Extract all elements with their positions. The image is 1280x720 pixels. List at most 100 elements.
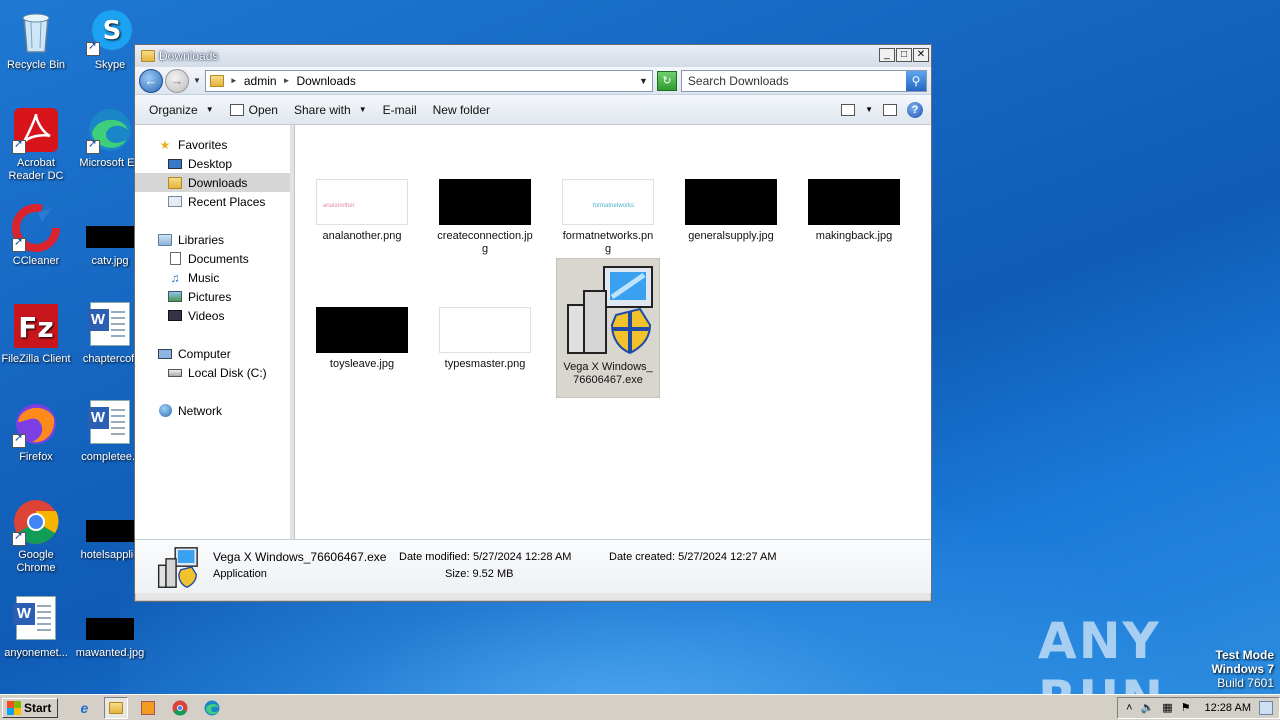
file-item[interactable]: formatnetworks formatnetworks.png: [556, 179, 660, 256]
nav-item-desktop[interactable]: Desktop: [135, 154, 294, 173]
desktop-icon-mawanted[interactable]: mawanted.jpg: [72, 596, 148, 660]
details-size: Size: 9.52 MB: [445, 568, 514, 580]
show-desktop-button[interactable]: [1259, 700, 1273, 715]
file-item[interactable]: typesmaster.png: [433, 307, 537, 371]
chevron-down-icon[interactable]: ▼: [865, 105, 873, 114]
edge-icon: [86, 106, 134, 154]
refresh-button[interactable]: ↻: [656, 70, 677, 91]
computer-icon: [157, 347, 173, 361]
email-button[interactable]: E-mail: [377, 100, 423, 120]
details-pane: Vega X Windows_76606467.exe Application …: [135, 539, 931, 593]
chevron-right-icon[interactable]: ►: [283, 76, 291, 85]
nav-item-favorites[interactable]: ★ Favorites: [135, 135, 294, 154]
chrome-icon: [12, 498, 60, 546]
nav-item-pictures[interactable]: Pictures: [135, 287, 294, 306]
navigation-pane-splitter[interactable]: [290, 125, 294, 539]
breadcrumb-downloads[interactable]: Downloads: [296, 74, 355, 88]
internet-explorer-icon[interactable]: e: [72, 697, 96, 719]
nav-item-label: Favorites: [178, 137, 228, 152]
title-bar[interactable]: Downloads _ □ ✕: [135, 45, 931, 67]
chevron-right-icon[interactable]: ►: [230, 76, 238, 85]
window-controls: _ □ ✕: [879, 48, 929, 62]
edge-icon[interactable]: [200, 697, 224, 719]
nav-item-recent-places[interactable]: Recent Places: [135, 192, 294, 211]
start-button[interactable]: Start: [2, 697, 59, 718]
folder-icon: [141, 50, 155, 62]
desktop-icon-label: Google Chrome: [16, 549, 56, 574]
nav-item-label: Libraries: [178, 232, 225, 247]
close-button[interactable]: ✕: [913, 48, 929, 62]
help-icon[interactable]: ?: [907, 101, 923, 118]
image-thumbnail: formatnetworks: [562, 179, 654, 225]
nav-item-videos[interactable]: Videos: [135, 306, 294, 325]
maximize-button[interactable]: □: [896, 48, 912, 62]
address-dropdown[interactable]: ▼: [639, 76, 648, 86]
nav-item-label: Desktop: [188, 156, 233, 171]
desktop-icon-chrome[interactable]: Google Chrome: [0, 498, 74, 575]
star-icon: ★: [159, 137, 171, 152]
network-tray-icon[interactable]: ▦: [1162, 701, 1172, 714]
preview-pane-icon[interactable]: [883, 103, 897, 116]
search-icon[interactable]: ⚲: [906, 70, 926, 91]
action-center-icon[interactable]: ⚑: [1181, 701, 1191, 714]
file-item[interactable]: generalsupply.jpg: [679, 179, 783, 243]
file-name: typesmaster.png: [444, 358, 526, 370]
details-file-type: Application: [213, 568, 267, 580]
explorer-body: ★ Favorites Desktop Downloads Recent Plac…: [135, 125, 931, 539]
volume-icon[interactable]: 🔈: [1141, 701, 1155, 714]
email-label: E-mail: [382, 102, 417, 117]
forward-button[interactable]: →: [165, 68, 189, 93]
recent-pages-dropdown[interactable]: ▼: [193, 76, 201, 85]
view-options-icon[interactable]: [841, 103, 856, 116]
shortcut-arrow-icon: [12, 432, 26, 448]
desktop-icon-firefox[interactable]: Firefox: [0, 400, 74, 464]
new-folder-button[interactable]: New folder: [427, 100, 496, 120]
shortcut-arrow-icon: [12, 236, 26, 252]
media-player-icon[interactable]: [136, 697, 160, 719]
share-with-label: Share with: [293, 102, 351, 117]
desktop-icon-recycle-bin[interactable]: Recycle Bin: [0, 8, 74, 72]
nav-item-libraries[interactable]: Libraries: [135, 230, 294, 249]
file-item[interactable]: createconnection.jpg: [433, 179, 537, 256]
nav-item-music[interactable]: ♫ Music: [135, 268, 294, 287]
filezilla-icon: Fz: [12, 302, 60, 350]
nav-item-label: Recent Places: [188, 194, 266, 209]
image-thumbnail: [685, 179, 777, 225]
desktop-icon-anyonemet[interactable]: anyonemet...: [0, 596, 74, 660]
desktop-icon-filezilla[interactable]: Fz FileZilla Client: [0, 302, 74, 366]
nav-item-local-disk[interactable]: Local Disk (C:): [135, 363, 294, 382]
desktop-icon-label: FileZilla Client: [1, 353, 71, 365]
share-with-button[interactable]: Share with ▼: [288, 100, 373, 120]
address-field[interactable]: ► admin ► Downloads ▼: [204, 69, 653, 92]
clock[interactable]: 12:28 AM: [1205, 702, 1251, 714]
downloads-folder-icon: [167, 176, 183, 190]
open-button[interactable]: Open: [224, 100, 284, 120]
file-name: analanother.png: [322, 230, 402, 242]
nav-item-documents[interactable]: Documents: [135, 249, 294, 268]
nav-item-network[interactable]: Network: [135, 401, 294, 420]
nav-item-downloads[interactable]: Downloads: [135, 173, 294, 192]
file-item[interactable]: makingback.jpg: [802, 179, 906, 243]
nav-item-computer[interactable]: Computer: [135, 344, 294, 363]
file-item[interactable]: toysleave.jpg: [310, 307, 414, 371]
explorer-window: Downloads _ □ ✕ ← → ▼ ► admin ► Download…: [134, 44, 932, 602]
desktop-icon-label: mawanted.jpg: [75, 647, 145, 659]
search-input[interactable]: Search Downloads ⚲: [680, 69, 927, 92]
file-explorer-taskbar-button[interactable]: [104, 696, 129, 719]
file-item[interactable]: analanother analanother.png: [310, 179, 414, 243]
chrome-icon[interactable]: [168, 697, 192, 719]
tray-overflow-icon[interactable]: ˄: [1126, 702, 1132, 714]
minimize-button[interactable]: _: [879, 48, 895, 62]
shortcut-arrow-icon: [86, 138, 100, 154]
folder-icon: [109, 701, 124, 714]
breadcrumb-admin[interactable]: admin: [244, 74, 277, 88]
desktop-icon-acrobat[interactable]: Acrobat Reader DC: [0, 106, 74, 183]
image-thumbnail: [808, 179, 900, 225]
back-button[interactable]: ←: [139, 68, 163, 93]
desktop-icon-label: Acrobat Reader DC: [8, 157, 64, 182]
desktop-icon-ccleaner[interactable]: CCleaner: [0, 204, 74, 268]
videos-icon: [167, 309, 183, 323]
ccleaner-icon: [12, 204, 60, 252]
file-item-selected[interactable]: Vega X Windows_76606467.exe: [556, 258, 660, 398]
organize-button[interactable]: Organize ▼: [143, 100, 220, 120]
